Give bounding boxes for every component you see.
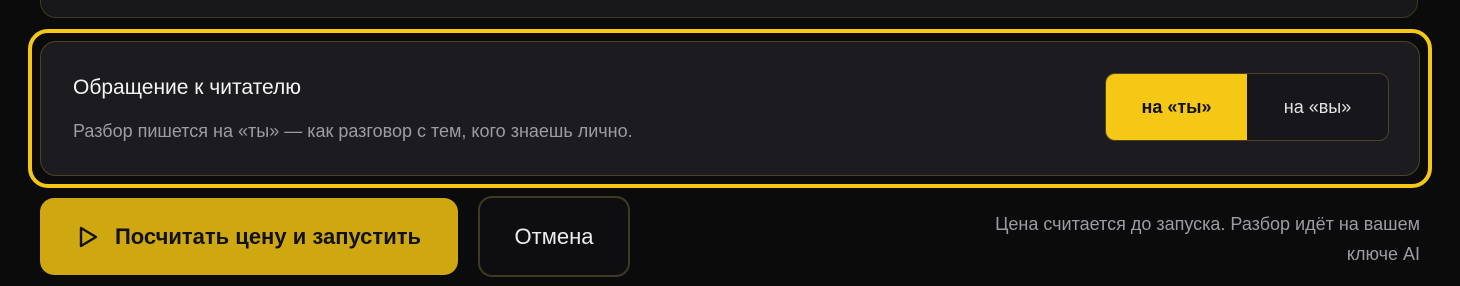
- reader-address-setting-card: Обращение к читателю Разбор пишется на «…: [40, 41, 1420, 176]
- play-icon: [77, 225, 99, 249]
- option-ty[interactable]: на «ты»: [1106, 74, 1247, 140]
- setting-description: Разбор пишется на «ты» — как разговор с …: [73, 121, 633, 141]
- calculate-and-run-button[interactable]: Посчитать цену и запустить: [40, 198, 458, 275]
- calculate-and-run-label: Посчитать цену и запустить: [114, 223, 422, 249]
- previous-setting-card: [40, 0, 1418, 18]
- option-vy[interactable]: на «вы»: [1247, 74, 1388, 140]
- address-toggle: на «ты» на «вы»: [1105, 73, 1389, 141]
- setting-title: Обращение к читателю: [73, 76, 301, 99]
- cancel-button[interactable]: Отмена: [478, 196, 630, 277]
- price-hint: Цена считается до запуска. Разбор идёт н…: [995, 214, 1420, 264]
